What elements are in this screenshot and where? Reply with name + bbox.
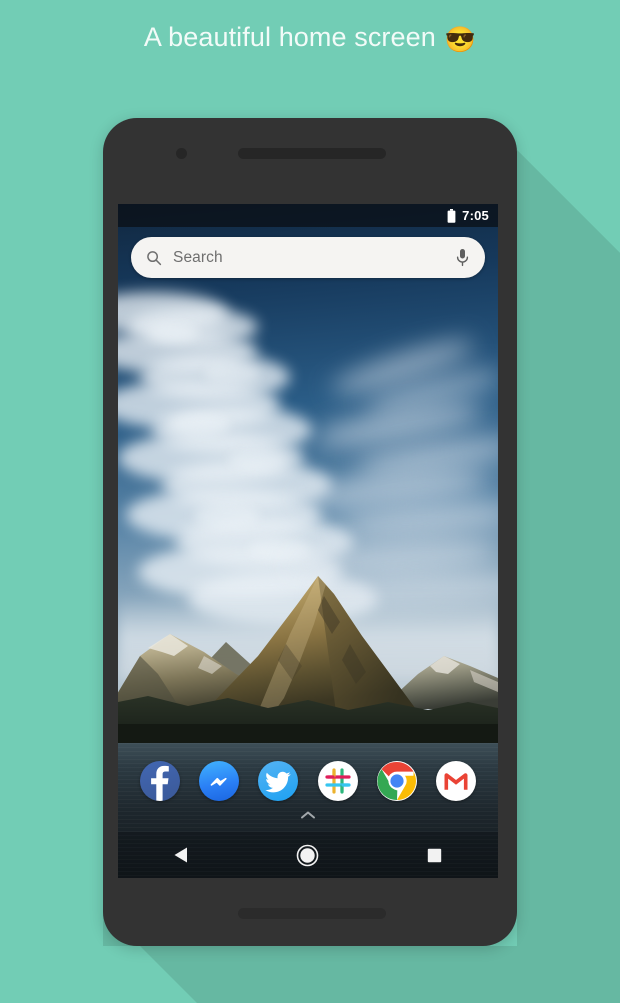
- navigation-bar: [118, 832, 498, 878]
- chrome-icon[interactable]: [376, 761, 417, 801]
- gmail-icon[interactable]: [435, 761, 476, 801]
- bottom-speaker-grille: [238, 908, 386, 919]
- battery-icon: [447, 208, 456, 223]
- status-bar-time: 7:05: [462, 208, 489, 223]
- microphone-icon[interactable]: [455, 248, 470, 267]
- status-bar: 7:05: [118, 204, 498, 227]
- app-drawer-handle[interactable]: [118, 810, 498, 820]
- phone-screen: 7:05 Search: [118, 204, 498, 878]
- phone-device: 7:05 Search: [103, 118, 517, 946]
- search-input[interactable]: Search: [173, 249, 455, 267]
- recents-square-icon: [427, 848, 442, 862]
- app-dock: [118, 761, 498, 801]
- back-triangle-icon: [174, 847, 187, 863]
- facebook-icon[interactable]: [140, 761, 180, 801]
- slack-icon[interactable]: [317, 761, 358, 801]
- search-icon: [147, 250, 162, 265]
- home-button[interactable]: [285, 832, 331, 878]
- page-title-text: A beautiful home screen: [143, 22, 436, 52]
- recents-button[interactable]: [412, 832, 458, 878]
- chevron-up-icon[interactable]: [299, 810, 317, 820]
- home-circle-icon: [297, 844, 319, 866]
- search-bar[interactable]: Search: [131, 237, 485, 278]
- page-title: A beautiful home screen 😎: [0, 22, 620, 55]
- twitter-icon[interactable]: [258, 761, 299, 801]
- front-camera-icon: [176, 148, 187, 159]
- screenshot-stage: A beautiful home screen 😎 7:05 Search: [0, 0, 620, 1003]
- back-button[interactable]: [158, 832, 204, 878]
- sunglasses-emoji: 😎: [444, 26, 477, 54]
- messenger-icon[interactable]: [199, 761, 240, 801]
- earpiece-speaker: [238, 148, 386, 159]
